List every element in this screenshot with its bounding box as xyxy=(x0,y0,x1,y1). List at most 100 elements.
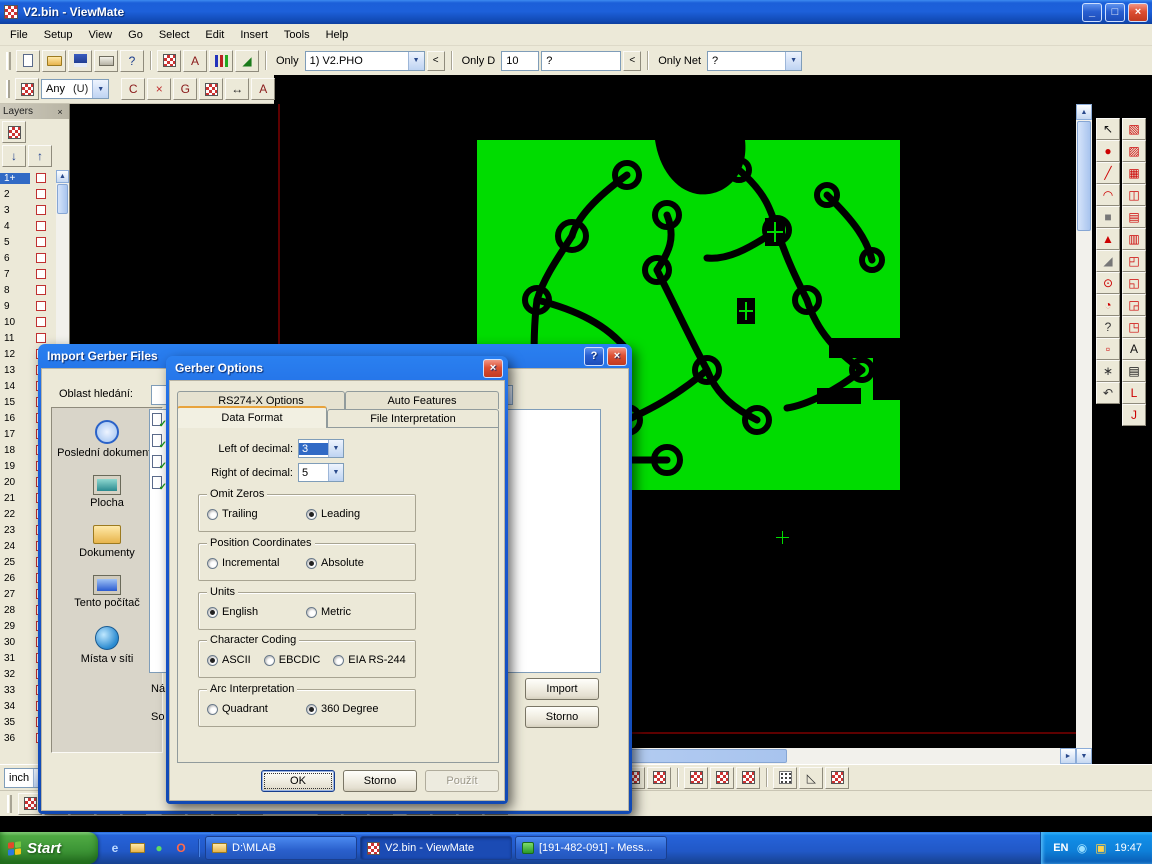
only-net-label[interactable]: Only Net xyxy=(654,55,705,67)
context-help-button[interactable]: ? xyxy=(120,50,144,72)
radio-button-icon[interactable] xyxy=(306,558,317,569)
pattern-view-8-button[interactable] xyxy=(736,767,760,789)
frame-select-1-button[interactable]: ▧ xyxy=(1122,118,1146,140)
radio-metric[interactable]: Metric xyxy=(306,606,351,618)
place-tento-po-ta[interactable]: Tento počítač xyxy=(52,568,162,618)
move-layer-down-button[interactable]: ↓ xyxy=(2,145,26,167)
gerber-file-item[interactable]: ✓ xyxy=(152,455,165,470)
grid-d-button[interactable] xyxy=(825,767,849,789)
dcode-input[interactable]: 10 xyxy=(501,51,539,71)
menu-view[interactable]: View xyxy=(80,26,120,44)
radio-button-icon[interactable] xyxy=(306,607,317,618)
add-trace-button[interactable]: ╱ xyxy=(1096,162,1120,184)
only-dcode-label[interactable]: Only D xyxy=(458,55,500,67)
layer-visibility-checkbox[interactable] xyxy=(36,317,46,327)
dialog-close-button[interactable]: × xyxy=(483,359,503,378)
chevron-down-icon[interactable]: ▼ xyxy=(328,440,343,457)
only-layer-label[interactable]: Only xyxy=(272,55,303,67)
prev-layer-button[interactable]: < xyxy=(427,51,445,71)
pattern-view-7-button[interactable] xyxy=(710,767,734,789)
stretch-button[interactable]: ↔ xyxy=(225,78,249,100)
layer-visibility-checkbox[interactable] xyxy=(36,333,46,343)
frame-select-8-button[interactable]: ◱ xyxy=(1122,272,1146,294)
layer-visibility-checkbox[interactable] xyxy=(36,173,46,183)
swap-button[interactable]: × xyxy=(147,78,171,100)
radio-button-icon[interactable] xyxy=(264,655,275,666)
layer-visibility-checkbox[interactable] xyxy=(36,221,46,231)
place-plocha[interactable]: Plocha xyxy=(52,468,162,518)
add-polygon-button[interactable]: ▲ xyxy=(1096,228,1120,250)
add-arc-button[interactable]: ◠ xyxy=(1096,184,1120,206)
layer-number[interactable]: 5 xyxy=(0,237,30,248)
layer-row[interactable]: 6 xyxy=(0,250,56,266)
frame-select-7-button[interactable]: ◰ xyxy=(1122,250,1146,272)
frame-select-9-button[interactable]: ◲ xyxy=(1122,294,1146,316)
layer-number[interactable]: 19 xyxy=(0,461,30,472)
frame-select-10-button[interactable]: ◳ xyxy=(1122,316,1146,338)
ime-language-button[interactable]: ◉ xyxy=(1074,841,1089,856)
text-tool-button[interactable]: A xyxy=(1122,338,1146,360)
layer-visibility-checkbox[interactable] xyxy=(36,301,46,311)
layer-row[interactable]: 7 xyxy=(0,266,56,282)
tab-data-format[interactable]: Data Format xyxy=(177,406,327,428)
layer-number[interactable]: 8 xyxy=(0,285,30,296)
new-file-button[interactable] xyxy=(16,50,40,72)
scroll-thumb[interactable] xyxy=(57,184,68,214)
place-m-sta-v-s-ti[interactable]: Místa v síti xyxy=(52,618,162,674)
layer-number[interactable]: 12 xyxy=(0,349,30,360)
menu-setup[interactable]: Setup xyxy=(36,26,81,44)
print-button[interactable] xyxy=(94,50,118,72)
aperture-chip-button[interactable] xyxy=(15,78,39,100)
explorer-folder-button[interactable] xyxy=(128,839,146,857)
toolbar-grip[interactable] xyxy=(6,52,11,70)
import-button[interactable]: Import xyxy=(525,678,599,700)
radio-button-icon[interactable] xyxy=(207,558,218,569)
layer-number[interactable]: 23 xyxy=(0,525,30,536)
layer-number[interactable]: 6 xyxy=(0,253,30,264)
layer-number[interactable]: 13 xyxy=(0,365,30,376)
layer-row[interactable]: 4 xyxy=(0,218,56,234)
grid-toggle-button[interactable] xyxy=(199,78,223,100)
taskbar-task-v2-bin-viewmate[interactable]: V2.bin - ViewMate xyxy=(360,836,512,860)
scroll-right-icon[interactable]: ► xyxy=(1060,748,1076,764)
minimize-button[interactable]: _ xyxy=(1082,3,1102,22)
radio-button-icon[interactable] xyxy=(207,655,218,666)
small-pad-button[interactable]: ▫ xyxy=(1096,338,1120,360)
open-file-button[interactable] xyxy=(42,50,66,72)
layer-visibility-checkbox[interactable] xyxy=(36,237,46,247)
dialog-titlebar[interactable]: Gerber Options × xyxy=(169,356,505,380)
scroll-down-icon[interactable]: ▼ xyxy=(1076,748,1092,764)
layer-number[interactable]: 32 xyxy=(0,669,30,680)
layer-number[interactable]: 3 xyxy=(0,205,30,216)
film-grid-button[interactable] xyxy=(157,50,181,72)
radio-360-degree[interactable]: 360 Degree xyxy=(306,703,379,715)
tray-app-button[interactable]: ▣ xyxy=(1093,841,1108,856)
radio-ebcdic[interactable]: EBCDIC xyxy=(264,654,321,666)
radio-quadrant[interactable]: Quadrant xyxy=(207,703,293,715)
radio-button-icon[interactable] xyxy=(306,509,317,520)
radio-ascii[interactable]: ASCII xyxy=(207,654,251,666)
menu-insert[interactable]: Insert xyxy=(232,26,276,44)
gerber-file-item[interactable]: ✓ xyxy=(152,476,165,491)
menu-select[interactable]: Select xyxy=(151,26,198,44)
ok-button[interactable]: OK xyxy=(261,770,335,792)
angle-button[interactable]: ◺ xyxy=(799,767,823,789)
layer-number[interactable]: 4 xyxy=(0,221,30,232)
layer-visibility-checkbox[interactable] xyxy=(36,253,46,263)
radio-absolute[interactable]: Absolute xyxy=(306,557,364,569)
layer-number[interactable]: 10 xyxy=(0,317,30,328)
pattern-view-5-button[interactable] xyxy=(647,767,671,789)
layer-number[interactable]: 9 xyxy=(0,301,30,312)
layer-visibility-checkbox[interactable] xyxy=(36,205,46,215)
chevron-down-icon[interactable]: ▼ xyxy=(408,52,424,70)
settings-button[interactable]: ∗ xyxy=(1096,360,1120,382)
tab-auto-features[interactable]: Auto Features xyxy=(345,391,499,409)
radio-button-icon[interactable] xyxy=(207,607,218,618)
layer-number[interactable]: 34 xyxy=(0,701,30,712)
chevron-down-icon[interactable]: ▼ xyxy=(92,80,108,98)
prev-dcode-button[interactable]: < xyxy=(623,51,641,71)
dcode-list-button[interactable]: A xyxy=(183,50,207,72)
layer-number[interactable]: 26 xyxy=(0,573,30,584)
layer-number[interactable]: 29 xyxy=(0,621,30,632)
select-cursor-button[interactable]: ↖ xyxy=(1096,118,1120,140)
